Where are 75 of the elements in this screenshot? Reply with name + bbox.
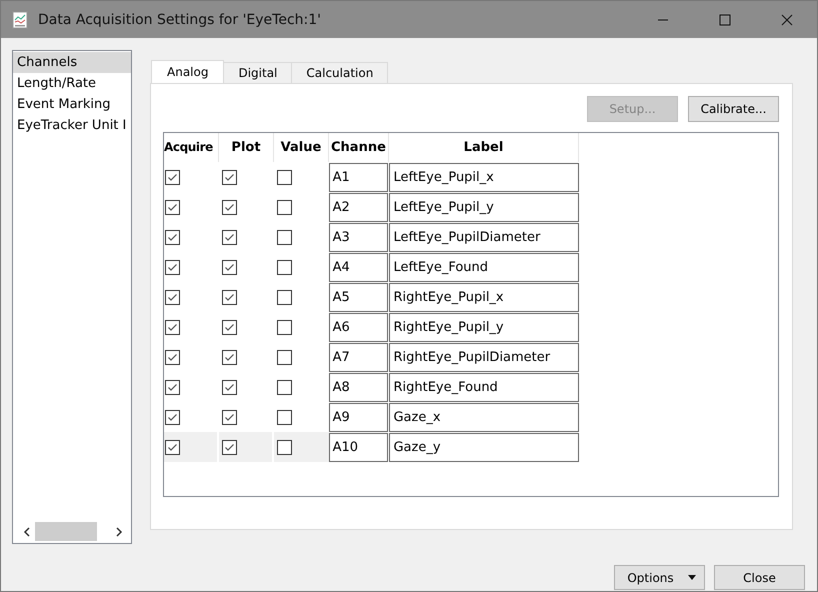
table-cell[interactable]: A8 <box>328 373 388 402</box>
sidebar-item[interactable]: Event Marking <box>13 94 131 115</box>
table-row[interactable]: A6 RightEye_Pupil_y <box>164 312 579 342</box>
table-cell[interactable]: A3 <box>328 223 388 252</box>
sidebar-item[interactable]: Channels <box>13 52 131 73</box>
checkbox[interactable] <box>276 290 292 304</box>
checkbox[interactable] <box>276 230 292 244</box>
table-cell[interactable]: A7 <box>328 343 388 372</box>
sidebar-item[interactable]: Length/Rate <box>13 73 131 94</box>
table-cell[interactable]: A9 <box>328 403 388 432</box>
checkbox[interactable] <box>222 350 237 364</box>
table-row[interactable]: A8 RightEye_Found <box>164 372 579 402</box>
checkbox[interactable] <box>276 260 292 274</box>
table-row[interactable]: A2 LeftEye_Pupil_y <box>164 192 579 222</box>
table-cell[interactable]: A5 <box>328 283 388 312</box>
close-button[interactable]: Close <box>714 565 805 590</box>
checkbox[interactable] <box>276 200 292 214</box>
tab[interactable]: Calculation <box>291 62 388 83</box>
table-cell[interactable]: A2 <box>328 193 388 222</box>
close-icon[interactable] <box>781 14 793 26</box>
table-cell[interactable]: A1 <box>328 163 388 192</box>
maximize-icon[interactable] <box>719 14 731 26</box>
table-row[interactable]: A7 RightEye_PupilDiameter <box>164 342 579 372</box>
checkbox[interactable] <box>276 380 292 394</box>
checkbox[interactable] <box>165 230 180 244</box>
checkbox[interactable] <box>165 350 180 364</box>
table-cell[interactable]: A10 <box>328 433 388 462</box>
checkbox[interactable] <box>222 260 237 274</box>
checkbox[interactable] <box>222 290 237 304</box>
table-cell[interactable]: LeftEye_Pupil_x <box>389 163 579 192</box>
table-cell[interactable]: LeftEye_Found <box>389 253 579 282</box>
checkbox[interactable] <box>165 200 180 214</box>
checkbox[interactable] <box>222 230 237 244</box>
options-button[interactable]: Options <box>614 565 705 590</box>
checkbox[interactable] <box>222 320 237 334</box>
table-row[interactable]: A9 Gaze_x <box>164 402 579 432</box>
table-row[interactable]: A5 RightEye_Pupil_x <box>164 282 579 312</box>
table-cell[interactable]: RightEye_Pupil_x <box>389 283 579 312</box>
checkbox[interactable] <box>276 350 292 364</box>
checkbox[interactable] <box>165 260 180 274</box>
checkbox[interactable] <box>222 170 237 184</box>
table-cell[interactable]: RightEye_Pupil_y <box>389 313 579 342</box>
caret-icon <box>688 575 696 580</box>
checkbox[interactable] <box>165 410 180 424</box>
scrollbar-thumb[interactable] <box>35 522 97 541</box>
table-cell[interactable]: Gaze_y <box>389 433 579 462</box>
table-row[interactable]: A4 LeftEye_Found <box>164 252 579 282</box>
checkbox[interactable] <box>165 290 180 304</box>
toolbar-button[interactable]: Calibrate... <box>688 96 779 122</box>
table-cell[interactable]: A4 <box>328 253 388 282</box>
table-cell[interactable]: LeftEye_Pupil_y <box>389 193 579 222</box>
checkbox[interactable] <box>165 380 180 394</box>
table-cell[interactable]: RightEye_PupilDiameter <box>389 343 579 372</box>
checkbox[interactable] <box>276 410 292 424</box>
checkbox[interactable] <box>222 380 237 394</box>
table-row[interactable]: A1 LeftEye_Pupil_x <box>164 162 579 192</box>
table-cell[interactable]: A6 <box>328 313 388 342</box>
checkbox[interactable] <box>276 170 292 184</box>
checkbox[interactable] <box>165 440 180 454</box>
chart-icon <box>12 10 28 28</box>
checkbox[interactable] <box>165 320 180 334</box>
checkbox[interactable] <box>222 200 237 214</box>
tab[interactable]: Analog <box>151 60 224 83</box>
table-cell[interactable]: Gaze_x <box>389 403 579 432</box>
table-row[interactable]: A10 Gaze_y <box>164 432 579 462</box>
checkbox[interactable] <box>165 170 180 184</box>
checkbox[interactable] <box>222 410 237 424</box>
sidebar-item[interactable]: EyeTracker Unit I <box>13 115 131 136</box>
table-cell[interactable]: RightEye_Found <box>389 373 579 402</box>
checkbox[interactable] <box>222 440 237 454</box>
table-row[interactable]: A3 LeftEye_PupilDiameter <box>164 222 579 252</box>
table-cell[interactable]: LeftEye_PupilDiameter <box>389 223 579 252</box>
window-title: Data Acquisition Settings for 'EyeTech:1' <box>38 12 322 28</box>
checkbox[interactable] <box>276 440 292 454</box>
checkbox[interactable] <box>276 320 292 334</box>
